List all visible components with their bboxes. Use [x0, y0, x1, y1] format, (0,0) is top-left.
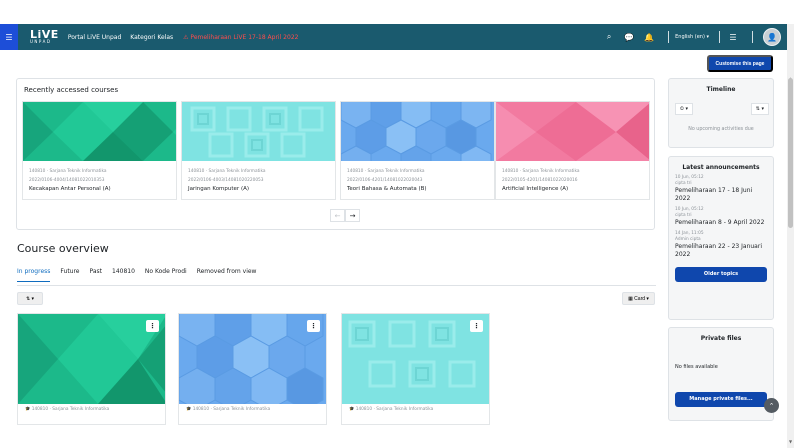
- timeline-empty-message: No upcoming activities due: [688, 127, 754, 132]
- announcement-link[interactable]: Pemeliharaan 22 - 23 Januari 2022: [675, 243, 767, 259]
- announcement-item: 10 Jun, 05:12 cipta tri Pemeliharaan 17 …: [675, 175, 767, 203]
- search-icon[interactable]: ⌕: [602, 32, 616, 42]
- drawer-toggle-button[interactable]: ☰: [0, 24, 18, 50]
- course-code: 2022/0106-4004/14081022010353: [29, 178, 105, 183]
- overview-course-card[interactable]: ⋮ 🎓 140810 · Sarjana Teknik Informatika: [341, 313, 490, 425]
- logo-text: LiVE: [30, 27, 59, 41]
- announcements-title: Latest announcements: [682, 164, 760, 171]
- tab-divider: [17, 285, 656, 286]
- chevron-up-icon: ⌃: [768, 401, 775, 410]
- scrollbar-thumb[interactable]: [788, 78, 793, 228]
- course-code: 2022/0106-4003/14081020220053: [188, 178, 264, 183]
- tab-in-progress[interactable]: In progress: [17, 268, 51, 282]
- overview-course-card[interactable]: ⋮ 🎓 140810 · Sarjana Teknik Informatika: [17, 313, 166, 425]
- menu-icon: ☰: [5, 32, 13, 42]
- course-category: 140810 · Sarjana Teknik Informatika: [502, 169, 580, 174]
- nav-link-kategori[interactable]: Kategori Kelas: [130, 34, 173, 41]
- divider: [668, 31, 670, 43]
- course-image[interactable]: ⋮: [342, 314, 489, 404]
- course-image[interactable]: [23, 102, 176, 161]
- timeline-title: Timeline: [706, 86, 736, 93]
- divider: [719, 31, 720, 43]
- course-card[interactable]: 140810 · Sarjana Teknik Informatika 2022…: [495, 101, 650, 200]
- course-category: 🎓 140810 · Sarjana Teknik Informatika: [349, 407, 434, 412]
- course-category: 🎓 140810 · Sarjana Teknik Informatika: [25, 407, 110, 412]
- recent-courses-title: Recently accessed courses: [24, 86, 119, 94]
- course-name-link[interactable]: Jaringan Komputer (A): [188, 185, 329, 194]
- back-to-top-button[interactable]: ⌃: [764, 398, 779, 413]
- maintenance-alert-link[interactable]: ⚠ Pemeliharaan LiVE 17-18 April 2022: [183, 34, 298, 41]
- course-image[interactable]: [182, 102, 335, 161]
- older-topics-button[interactable]: Older topics: [675, 267, 767, 282]
- announcement-link[interactable]: Pemeliharaan 8 - 9 April 2022: [675, 219, 767, 227]
- announcement-item: 14 Jan, 11:05 Admin cipta Pemeliharaan 2…: [675, 231, 767, 259]
- course-image[interactable]: ⋮: [179, 314, 326, 404]
- timeline-block: Timeline ⏲ ▾ ⇅ ▾ No upcoming activities …: [668, 78, 774, 148]
- course-overview-title: Course overview: [17, 242, 109, 255]
- course-name-link[interactable]: Kecakapan Antar Personal (A): [29, 185, 170, 194]
- latest-announcements-block: Latest announcements 10 Jun, 05:12 cipta…: [668, 156, 774, 320]
- navbar-right: ⌕ 💬 🔔 English (en) ▾ ☰ 👤: [602, 24, 794, 50]
- messages-icon[interactable]: 💬: [622, 33, 636, 42]
- course-name-link[interactable]: Artificial Intelligence (A): [502, 185, 643, 194]
- tab-future[interactable]: Future: [60, 268, 79, 282]
- nav-link-portal[interactable]: Portal LiVE Unpad: [68, 34, 121, 41]
- logo[interactable]: LiVE UNPAD: [30, 27, 59, 45]
- geo-pattern-green: [18, 314, 165, 404]
- scroll-down-icon[interactable]: ▼: [787, 439, 794, 446]
- geo-pattern-cyan: [182, 102, 335, 161]
- geo-pattern-blue: [179, 314, 326, 404]
- language-menu[interactable]: English (en) ▾: [675, 34, 709, 40]
- course-overview-tabs: In progress Future Past 140810 No Kode P…: [17, 268, 266, 282]
- tab-removed-from-view[interactable]: Removed from view: [197, 268, 257, 282]
- top-strip: [0, 0, 794, 24]
- tab-140810[interactable]: 140810: [112, 268, 135, 282]
- course-category: 140810 · Sarjana Teknik Informatika: [29, 169, 107, 174]
- prev-page-button[interactable]: ←: [330, 209, 345, 222]
- private-files-empty-message: No files available: [675, 364, 718, 370]
- course-image[interactable]: [341, 102, 494, 161]
- course-menu-button[interactable]: ⋮: [146, 320, 159, 332]
- course-menu-button[interactable]: ⋮: [307, 320, 320, 332]
- course-menu-button[interactable]: ⋮: [470, 320, 483, 332]
- announcement-link[interactable]: Pemeliharaan 17 - 18 Juni 2022: [675, 187, 767, 203]
- timeline-sort-dropdown[interactable]: ⇅ ▾: [750, 103, 769, 115]
- manage-private-files-button[interactable]: Manage private files...: [675, 392, 767, 407]
- overview-course-card[interactable]: ⋮ 🎓 140810 · Sarjana Teknik Informatika: [178, 313, 327, 425]
- announcement-item: 10 Jun, 05:12 cipta tri Pemeliharaan 8 -…: [675, 207, 767, 227]
- navbar: ☰ LiVE UNPAD Portal LiVE Unpad Kategori …: [0, 24, 794, 50]
- list-icon[interactable]: ☰: [726, 33, 740, 42]
- geo-pattern-green: [23, 102, 176, 161]
- timeline-controls: ⏲ ▾ ⇅ ▾: [675, 103, 769, 115]
- course-card[interactable]: 140810 · Sarjana Teknik Informatika 2022…: [22, 101, 177, 200]
- tab-no-kode-prodi[interactable]: No Kode Prodi: [145, 268, 187, 282]
- course-image[interactable]: ⋮: [18, 314, 165, 404]
- view-mode-dropdown[interactable]: ▦ Card ▾: [622, 292, 655, 305]
- private-files-title: Private files: [700, 335, 742, 342]
- customise-page-button[interactable]: Customise this page: [707, 55, 773, 72]
- course-name-link[interactable]: Teori Bahasa & Automata (B): [347, 185, 488, 194]
- divider: [752, 31, 753, 43]
- recent-courses-block: Recently accessed courses 140810 · Sarja…: [16, 78, 655, 230]
- avatar[interactable]: 👤: [763, 28, 781, 46]
- timeline-filter-dropdown[interactable]: ⏲ ▾: [675, 103, 693, 115]
- next-page-button[interactable]: →: [345, 209, 360, 222]
- course-card[interactable]: 140810 · Sarjana Teknik Informatika 2022…: [181, 101, 336, 200]
- geo-pattern-cyan: [342, 314, 489, 404]
- course-category: 140810 · Sarjana Teknik Informatika: [188, 169, 266, 174]
- course-image[interactable]: [496, 102, 649, 161]
- scrollbar[interactable]: ▲ ▼: [787, 24, 794, 448]
- recent-courses-pager: ← →: [330, 209, 360, 222]
- private-files-block: Private files No files available Manage …: [668, 327, 774, 421]
- course-category: 🎓 140810 · Sarjana Teknik Informatika: [186, 407, 271, 412]
- course-category: 140810 · Sarjana Teknik Informatika: [347, 169, 425, 174]
- course-code: 2022/0105-4201/14081022020016: [502, 178, 578, 183]
- notification-bell-icon[interactable]: 🔔: [642, 33, 656, 42]
- sort-dropdown[interactable]: ⇅ ▾: [17, 292, 43, 305]
- course-code: 2022/0106-4201/14081022020043: [347, 178, 423, 183]
- tab-past[interactable]: Past: [90, 268, 103, 282]
- geo-pattern-pink: [496, 102, 649, 161]
- course-card[interactable]: 140810 · Sarjana Teknik Informatika 2022…: [340, 101, 495, 200]
- geo-pattern-blue: [341, 102, 494, 161]
